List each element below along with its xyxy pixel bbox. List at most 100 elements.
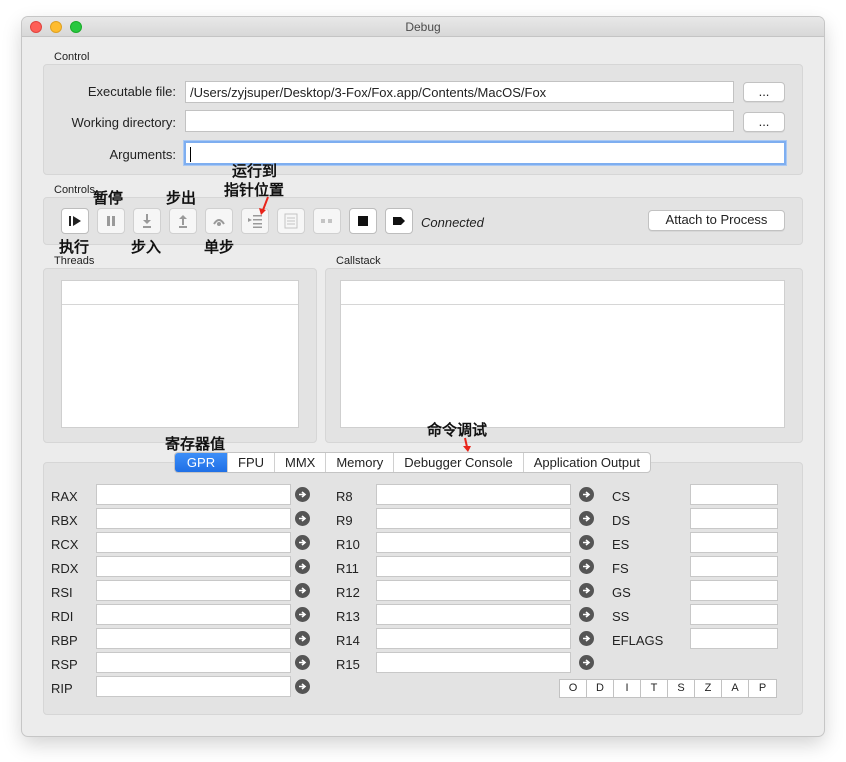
- callstack-list-header[interactable]: [341, 281, 784, 305]
- tab-mmx[interactable]: MMX: [275, 453, 327, 472]
- register-tabs: GPR FPU MMX Memory Debugger Console Appl…: [174, 452, 651, 473]
- disabled-b-button[interactable]: [313, 208, 341, 234]
- register-label-rcx: RCX: [51, 537, 79, 552]
- register-field-rbp[interactable]: [96, 628, 291, 649]
- annotation-console: 命令调试: [427, 421, 488, 439]
- flag-p[interactable]: P: [749, 680, 776, 697]
- working-directory-field[interactable]: [185, 110, 734, 132]
- register-label-rdx: RDX: [51, 561, 79, 576]
- window-title: Debug: [405, 20, 441, 34]
- register-field-r13[interactable]: [376, 604, 571, 625]
- tab-debugger-console[interactable]: Debugger Console: [394, 453, 524, 472]
- register-field-es[interactable]: [690, 532, 778, 553]
- register-label-r8: R8: [336, 489, 353, 504]
- browse-executable-button[interactable]: ...: [743, 82, 785, 102]
- go-to-address-rdi-icon[interactable]: [295, 607, 310, 622]
- register-field-rcx[interactable]: [96, 532, 291, 553]
- register-field-ds[interactable]: [690, 508, 778, 529]
- flag-z[interactable]: Z: [695, 680, 722, 697]
- controls-section-label: Controls: [54, 184, 95, 196]
- tab-memory[interactable]: Memory: [326, 453, 395, 472]
- flag-d[interactable]: D: [587, 680, 614, 697]
- go-to-address-r9-icon[interactable]: [579, 511, 594, 526]
- go-to-address-r14-icon[interactable]: [579, 631, 594, 646]
- register-field-rdi[interactable]: [96, 604, 291, 625]
- go-to-address-rsi-icon[interactable]: [295, 583, 310, 598]
- register-field-r14[interactable]: [376, 628, 571, 649]
- flag-i[interactable]: I: [614, 680, 641, 697]
- run-button[interactable]: [61, 208, 89, 234]
- register-label-cs: CS: [612, 489, 631, 504]
- register-field-rip[interactable]: [96, 676, 291, 697]
- annotation-pause: 暂停: [93, 189, 124, 207]
- flag-t[interactable]: T: [641, 680, 668, 697]
- register-field-rbx[interactable]: [96, 508, 291, 529]
- register-field-eflags[interactable]: [690, 628, 778, 649]
- step-out-button[interactable]: [169, 208, 197, 234]
- go-to-address-r15-icon[interactable]: [579, 655, 594, 670]
- register-label-es: ES: [612, 537, 630, 552]
- title-bar[interactable]: Debug: [22, 17, 824, 37]
- register-field-r12[interactable]: [376, 580, 571, 601]
- register-field-cs[interactable]: [690, 484, 778, 505]
- register-label-rbx: RBX: [51, 513, 78, 528]
- register-label-r15: R15: [336, 657, 360, 672]
- step-over-button[interactable]: [205, 208, 233, 234]
- register-field-rax[interactable]: [96, 484, 291, 505]
- pause-button[interactable]: [97, 208, 125, 234]
- go-to-address-r13-icon[interactable]: [579, 607, 594, 622]
- go-to-address-rsp-icon[interactable]: [295, 655, 310, 670]
- register-field-r9[interactable]: [376, 508, 571, 529]
- disabled-step-icon: [321, 219, 332, 223]
- step-out-icon: [179, 215, 187, 228]
- annotation-registers: 寄存器值: [165, 435, 226, 453]
- go-to-address-rbx-icon[interactable]: [295, 511, 310, 526]
- register-field-gs[interactable]: [690, 580, 778, 601]
- threads-list[interactable]: [61, 280, 299, 428]
- flag-s[interactable]: S: [668, 680, 695, 697]
- register-label-rbp: RBP: [51, 633, 78, 648]
- attach-to-process-button[interactable]: Attach to Process: [648, 210, 785, 231]
- executable-file-field[interactable]: /Users/zyjsuper/Desktop/3-Fox/Fox.app/Co…: [185, 81, 734, 103]
- detach-button[interactable]: [385, 208, 413, 234]
- register-label-rdi: RDI: [51, 609, 74, 624]
- register-field-rsi[interactable]: [96, 580, 291, 601]
- register-field-r10[interactable]: [376, 532, 571, 553]
- arguments-label: Arguments:: [109, 147, 176, 162]
- annotation-run: 执行: [59, 238, 90, 256]
- go-to-address-r12-icon[interactable]: [579, 583, 594, 598]
- register-label-r13: R13: [336, 609, 360, 624]
- step-into-button[interactable]: [133, 208, 161, 234]
- register-field-r11[interactable]: [376, 556, 571, 577]
- register-field-r15[interactable]: [376, 652, 571, 673]
- register-field-fs[interactable]: [690, 556, 778, 577]
- go-to-address-rcx-icon[interactable]: [295, 535, 310, 550]
- flags-bar: O D I T S Z A P: [559, 679, 777, 698]
- register-label-r11: R11: [336, 561, 359, 576]
- flag-o[interactable]: O: [560, 680, 587, 697]
- register-field-r8[interactable]: [376, 484, 571, 505]
- tab-fpu[interactable]: FPU: [228, 453, 275, 472]
- threads-list-header[interactable]: [62, 281, 298, 305]
- register-label-rsi: RSI: [51, 585, 73, 600]
- register-field-ss[interactable]: [690, 604, 778, 625]
- go-to-address-rax-icon[interactable]: [295, 487, 310, 502]
- register-field-rsp[interactable]: [96, 652, 291, 673]
- go-to-address-rbp-icon[interactable]: [295, 631, 310, 646]
- callstack-list[interactable]: [340, 280, 785, 428]
- go-to-address-rdx-icon[interactable]: [295, 559, 310, 574]
- tab-gpr[interactable]: GPR: [175, 453, 228, 472]
- go-to-address-r8-icon[interactable]: [579, 487, 594, 502]
- go-to-address-rip-icon[interactable]: [295, 679, 310, 694]
- register-field-rdx[interactable]: [96, 556, 291, 577]
- go-to-address-r10-icon[interactable]: [579, 535, 594, 550]
- annotation-arrow-icon: [463, 437, 471, 452]
- go-to-address-r11-icon[interactable]: [579, 559, 594, 574]
- register-label-r14: R14: [336, 633, 360, 648]
- flag-a[interactable]: A: [722, 680, 749, 697]
- stop-button[interactable]: [349, 208, 377, 234]
- browse-working-directory-button[interactable]: ...: [743, 112, 785, 132]
- disabled-a-button[interactable]: [277, 208, 305, 234]
- tab-application-output[interactable]: Application Output: [524, 453, 650, 472]
- run-to-cursor-icon: [248, 215, 262, 228]
